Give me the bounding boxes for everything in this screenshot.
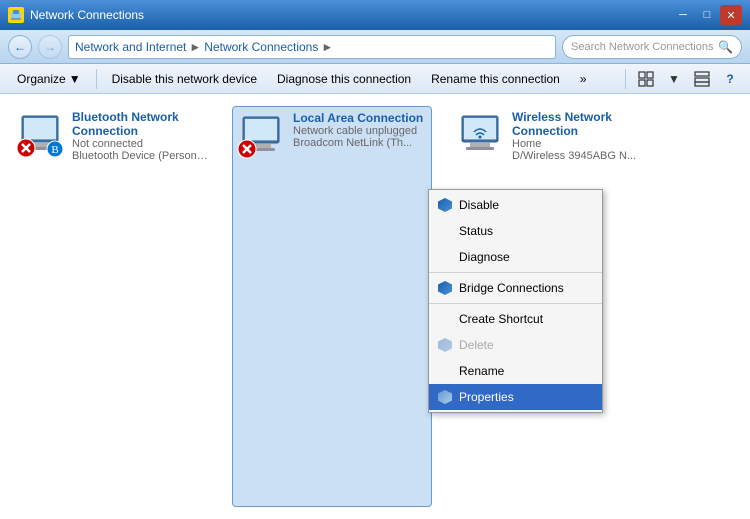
local-error-badge bbox=[237, 139, 257, 159]
rename-connection-button[interactable]: Rename this connection bbox=[422, 67, 569, 91]
bluetooth-icon-wrap: B bbox=[16, 110, 64, 158]
organize-label: Organize bbox=[17, 72, 66, 86]
close-button[interactable]: ✕ bbox=[720, 5, 742, 25]
wireless-status: Home bbox=[512, 138, 648, 150]
bluetooth-device: Bluetooth Device (Personal Area ... bbox=[72, 150, 212, 162]
network-item-bluetooth[interactable]: B Bluetooth Network Connection Not conne… bbox=[12, 106, 212, 507]
ctx-bridge-label: Bridge Connections bbox=[459, 281, 564, 295]
ctx-disable-label: Disable bbox=[459, 198, 499, 212]
minimize-button[interactable]: ─ bbox=[672, 5, 694, 25]
search-placeholder: Search Network Connections bbox=[571, 41, 713, 53]
bluetooth-name: Bluetooth Network Connection bbox=[72, 110, 212, 138]
ctx-properties-icon bbox=[437, 389, 453, 405]
ctx-properties[interactable]: Properties bbox=[429, 384, 602, 410]
bluetooth-error-badge bbox=[16, 138, 36, 158]
window-icon bbox=[8, 7, 24, 23]
ctx-diagnose-label: Diagnose bbox=[459, 250, 510, 264]
toolbar-right: ▼ ? bbox=[621, 67, 742, 91]
maximize-button[interactable]: □ bbox=[696, 5, 718, 25]
local-name: Local Area Connection bbox=[293, 111, 427, 125]
network-item-local[interactable]: Local Area Connection Network cable unpl… bbox=[232, 106, 432, 507]
bluetooth-info: Bluetooth Network Connection Not connect… bbox=[72, 110, 212, 162]
rename-label: Rename this connection bbox=[431, 72, 560, 86]
ctx-sep-1 bbox=[429, 272, 602, 273]
ctx-diagnose[interactable]: Diagnose bbox=[429, 244, 602, 270]
local-info: Local Area Connection Network cable unpl… bbox=[293, 111, 427, 149]
title-bar-left: Network Connections bbox=[8, 7, 144, 23]
svg-text:B: B bbox=[51, 144, 58, 156]
title-controls: ─ □ ✕ bbox=[672, 5, 742, 25]
main-content: B Bluetooth Network Connection Not conne… bbox=[0, 94, 750, 519]
disable-label: Disable this network device bbox=[112, 72, 257, 86]
window-title: Network Connections bbox=[30, 8, 144, 22]
disable-network-button[interactable]: Disable this network device bbox=[103, 67, 266, 91]
ctx-status-label: Status bbox=[459, 224, 493, 238]
ctx-disable-icon bbox=[437, 197, 453, 213]
local-device: Broadcom NetLink (Th... bbox=[293, 137, 427, 149]
toolbar-separator-1 bbox=[96, 69, 97, 89]
wireless-info: Wireless Network Connection Home D/Wirel… bbox=[512, 110, 648, 162]
ctx-rename-label: Rename bbox=[459, 364, 504, 378]
view-options-button[interactable] bbox=[634, 67, 658, 91]
ctx-delete-label: Delete bbox=[459, 338, 494, 352]
organize-button[interactable]: Organize ▼ bbox=[8, 67, 90, 91]
ctx-create-shortcut[interactable]: Create Shortcut bbox=[429, 306, 602, 332]
breadcrumb-network-connections[interactable]: Network Connections bbox=[204, 40, 318, 54]
context-menu: Disable Status Diagnose Bridge Connectio… bbox=[428, 189, 603, 413]
ctx-bridge-icon bbox=[437, 280, 453, 296]
wireless-device: D/Wireless 3945ABG N... bbox=[512, 150, 648, 162]
ctx-delete-icon bbox=[437, 337, 453, 353]
ctx-delete: Delete bbox=[429, 332, 602, 358]
toolbar: Organize ▼ Disable this network device D… bbox=[0, 64, 750, 94]
diagnose-connection-button[interactable]: Diagnose this connection bbox=[268, 67, 420, 91]
forward-button[interactable]: → bbox=[38, 35, 62, 59]
view-dropdown-button[interactable]: ▼ bbox=[662, 67, 686, 91]
breadcrumb[interactable]: Network and Internet ► Network Connectio… bbox=[68, 35, 556, 59]
ctx-properties-label: Properties bbox=[459, 390, 514, 404]
help-button[interactable]: ? bbox=[718, 67, 742, 91]
bluetooth-badge: B bbox=[46, 140, 64, 158]
breadcrumb-network-internet[interactable]: Network and Internet bbox=[75, 40, 186, 54]
more-button[interactable]: » bbox=[571, 67, 596, 91]
search-icon: 🔍 bbox=[718, 40, 733, 54]
wireless-computer-icon bbox=[456, 110, 504, 158]
ctx-create-shortcut-label: Create Shortcut bbox=[459, 312, 543, 326]
more-label: » bbox=[580, 72, 587, 86]
local-icon-wrap bbox=[237, 111, 285, 159]
ctx-bridge[interactable]: Bridge Connections bbox=[429, 275, 602, 301]
breadcrumb-sep-2: ► bbox=[321, 40, 333, 54]
details-pane-button[interactable] bbox=[690, 67, 714, 91]
diagnose-label: Diagnose this connection bbox=[277, 72, 411, 86]
wireless-name: Wireless Network Connection bbox=[512, 110, 648, 138]
search-box[interactable]: Search Network Connections 🔍 bbox=[562, 35, 742, 59]
local-status: Network cable unplugged bbox=[293, 125, 427, 137]
breadcrumb-sep-1: ► bbox=[189, 40, 201, 54]
back-button[interactable]: ← bbox=[8, 35, 32, 59]
toolbar-separator-2 bbox=[625, 69, 626, 89]
ctx-status[interactable]: Status bbox=[429, 218, 602, 244]
ctx-sep-2 bbox=[429, 303, 602, 304]
organize-dropdown-icon: ▼ bbox=[69, 72, 81, 86]
title-bar: Network Connections ─ □ ✕ bbox=[0, 0, 750, 30]
ctx-disable[interactable]: Disable bbox=[429, 192, 602, 218]
wireless-icon-wrap bbox=[456, 110, 504, 158]
ctx-rename[interactable]: Rename bbox=[429, 358, 602, 384]
address-bar: ← → Network and Internet ► Network Conne… bbox=[0, 30, 750, 64]
bluetooth-status: Not connected bbox=[72, 138, 212, 150]
